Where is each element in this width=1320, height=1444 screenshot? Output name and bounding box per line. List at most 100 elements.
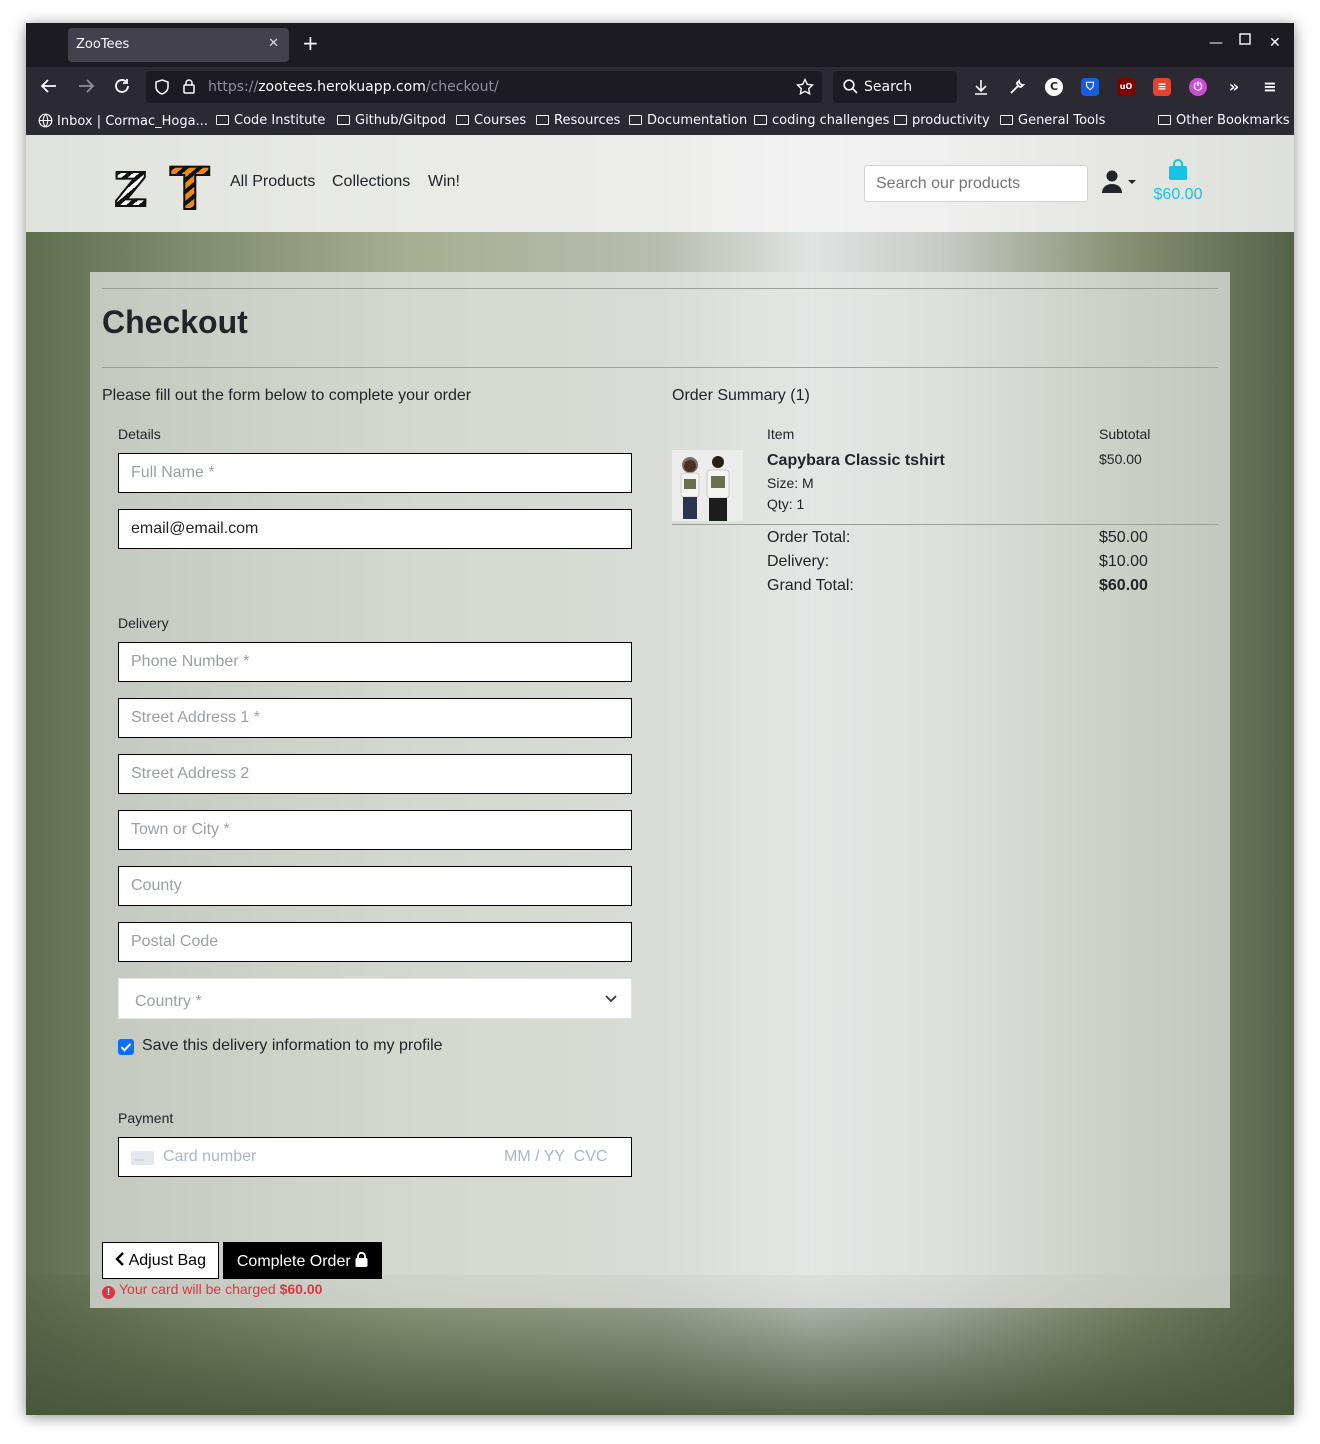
delivery-label: Delivery: [118, 615, 169, 631]
wrench-icon[interactable]: [1008, 78, 1026, 96]
extension-c-icon[interactable]: C: [1045, 78, 1063, 96]
browser-window: ZooTees ✕ + — ✕ https://zootees.herokuap…: [26, 23, 1294, 1415]
bookmark-folder-courses[interactable]: Courses: [456, 113, 526, 128]
bitwarden-icon[interactable]: ⛉: [1081, 78, 1099, 96]
account-user-icon[interactable]: [1102, 169, 1136, 197]
bookmark-label: Other Bookmarks: [1176, 113, 1290, 128]
product-name[interactable]: Capybara Classic tshirt: [767, 452, 945, 470]
divider: [102, 367, 1218, 368]
download-icon[interactable]: [972, 78, 990, 96]
adjust-bag-button[interactable]: Adjust Bag: [102, 1242, 219, 1279]
web-page: Z T All Products Collections Win! $60.00…: [26, 135, 1294, 1415]
order-total-label: Order Total:: [767, 529, 851, 546]
logo-z[interactable]: Z: [113, 162, 148, 218]
bookmark-star-icon[interactable]: [795, 77, 815, 100]
close-window-icon[interactable]: ✕: [1269, 35, 1281, 51]
back-icon[interactable]: [40, 77, 58, 100]
street-address-2-field[interactable]: [118, 754, 632, 794]
save-info-label[interactable]: Save this delivery information to my pro…: [142, 1037, 443, 1055]
grand-total-value: $60.00: [1099, 577, 1148, 594]
url-host: zootees.herokuapp.com: [258, 79, 426, 95]
phone-field[interactable]: [118, 642, 632, 682]
postal-code-field[interactable]: [118, 922, 632, 962]
product-size: Size: M: [767, 475, 814, 491]
globe-icon: [38, 113, 57, 129]
page-title: Checkout: [102, 304, 248, 340]
nav-all-products[interactable]: All Products: [230, 173, 315, 191]
folder-icon: [536, 115, 549, 125]
reload-icon[interactable]: [113, 77, 131, 100]
exclamation-circle-icon: !: [102, 1286, 115, 1299]
country-select[interactable]: Country *: [118, 978, 632, 1019]
col-subtotal-header: Subtotal: [1099, 426, 1151, 442]
delivery-cost-label: Delivery:: [767, 553, 830, 570]
maximize-icon[interactable]: [1239, 33, 1251, 49]
power-extension-icon[interactable]: ⏻: [1189, 78, 1207, 96]
bookmark-label: Code Institute: [234, 113, 326, 128]
bookmark-folder-code-institute[interactable]: Code Institute: [216, 113, 325, 128]
shopping-bag-icon: [1153, 159, 1203, 186]
folder-icon: [337, 115, 350, 125]
nav-collections[interactable]: Collections: [332, 173, 410, 191]
summary-divider: [672, 524, 1218, 525]
browser-search-label: Search: [864, 79, 913, 95]
order-summary-title: Order Summary (1): [672, 387, 810, 404]
overflow-chevrons-icon[interactable]: »: [1225, 78, 1243, 96]
browser-search[interactable]: Search: [833, 71, 957, 103]
bookmark-folder-coding-challenges[interactable]: coding challenges: [754, 113, 889, 128]
product-image[interactable]: [672, 450, 743, 521]
nav-win[interactable]: Win!: [428, 173, 460, 191]
full-name-field[interactable]: [118, 453, 632, 493]
url-text: https://zootees.herokuapp.com/checkout/: [208, 79, 499, 95]
bookmark-label: coding challenges: [772, 113, 890, 128]
bookmark-folder-documentation[interactable]: Documentation: [629, 113, 747, 128]
folder-icon: [894, 115, 907, 125]
charge-notice: ! Your card will be charged $60.00: [102, 1281, 322, 1299]
new-tab-icon[interactable]: +: [302, 33, 319, 53]
street-address-1-field[interactable]: [118, 698, 632, 738]
county-field[interactable]: [118, 866, 632, 906]
save-info-checkbox[interactable]: [118, 1039, 134, 1055]
bookmark-folder-resources[interactable]: Resources: [536, 113, 620, 128]
bookmark-folder-general-tools[interactable]: General Tools: [1000, 113, 1105, 128]
email-field[interactable]: [118, 509, 632, 549]
browser-tab[interactable]: ZooTees ✕: [68, 28, 289, 62]
card-expiry-cvc-placeholder: MM / YY CVC: [504, 1148, 608, 1165]
url-scheme: https://: [208, 79, 259, 95]
bookmark-inbox[interactable]: Inbox | Cormac_Hoga...: [38, 113, 208, 129]
folder-icon: [629, 115, 642, 125]
bag-total: $60.00: [1153, 186, 1203, 203]
town-city-field[interactable]: [118, 810, 632, 850]
folder-icon: [1000, 115, 1013, 125]
shopping-bag[interactable]: $60.00: [1153, 159, 1203, 204]
chevron-left-icon: [115, 1252, 125, 1269]
nav-toolbar: https://zootees.herokuapp.com/checkout/ …: [26, 67, 1294, 109]
bookmark-folder-other[interactable]: Other Bookmarks: [1158, 113, 1290, 128]
folder-icon: [1158, 115, 1171, 125]
folder-icon: [754, 115, 767, 125]
complete-order-button[interactable]: Complete Order: [223, 1242, 382, 1279]
tab-title: ZooTees: [76, 37, 130, 52]
lock-icon: [355, 1251, 368, 1270]
ublock-icon[interactable]: uO: [1117, 78, 1135, 96]
lock-icon[interactable]: [182, 78, 196, 98]
bookmark-label: productivity: [912, 113, 990, 128]
product-qty: Qty: 1: [767, 496, 805, 512]
logo-t[interactable]: T: [169, 154, 211, 224]
shield-icon[interactable]: [154, 79, 170, 99]
address-bar[interactable]: https://zootees.herokuapp.com/checkout/: [146, 71, 822, 103]
bookmark-label: Inbox | Cormac_Hoga...: [57, 114, 208, 129]
delivery-cost-value: $10.00: [1099, 553, 1148, 570]
bookmark-folder-productivity[interactable]: productivity: [894, 113, 990, 128]
bookmark-label: General Tools: [1018, 113, 1106, 128]
todoist-icon[interactable]: ≡: [1153, 78, 1171, 96]
charge-amount: $60.00: [279, 1281, 323, 1297]
forward-icon[interactable]: [77, 77, 95, 100]
close-tab-icon[interactable]: ✕: [268, 36, 279, 51]
minimize-icon[interactable]: —: [1209, 35, 1223, 51]
menu-hamburger-icon[interactable]: ≡: [1261, 78, 1279, 96]
card-element[interactable]: Card number MM / YY CVC: [118, 1137, 632, 1177]
product-search-input[interactable]: [864, 165, 1088, 202]
credit-card-icon: [131, 1151, 154, 1165]
bookmark-folder-github[interactable]: Github/Gitpod: [337, 113, 446, 128]
